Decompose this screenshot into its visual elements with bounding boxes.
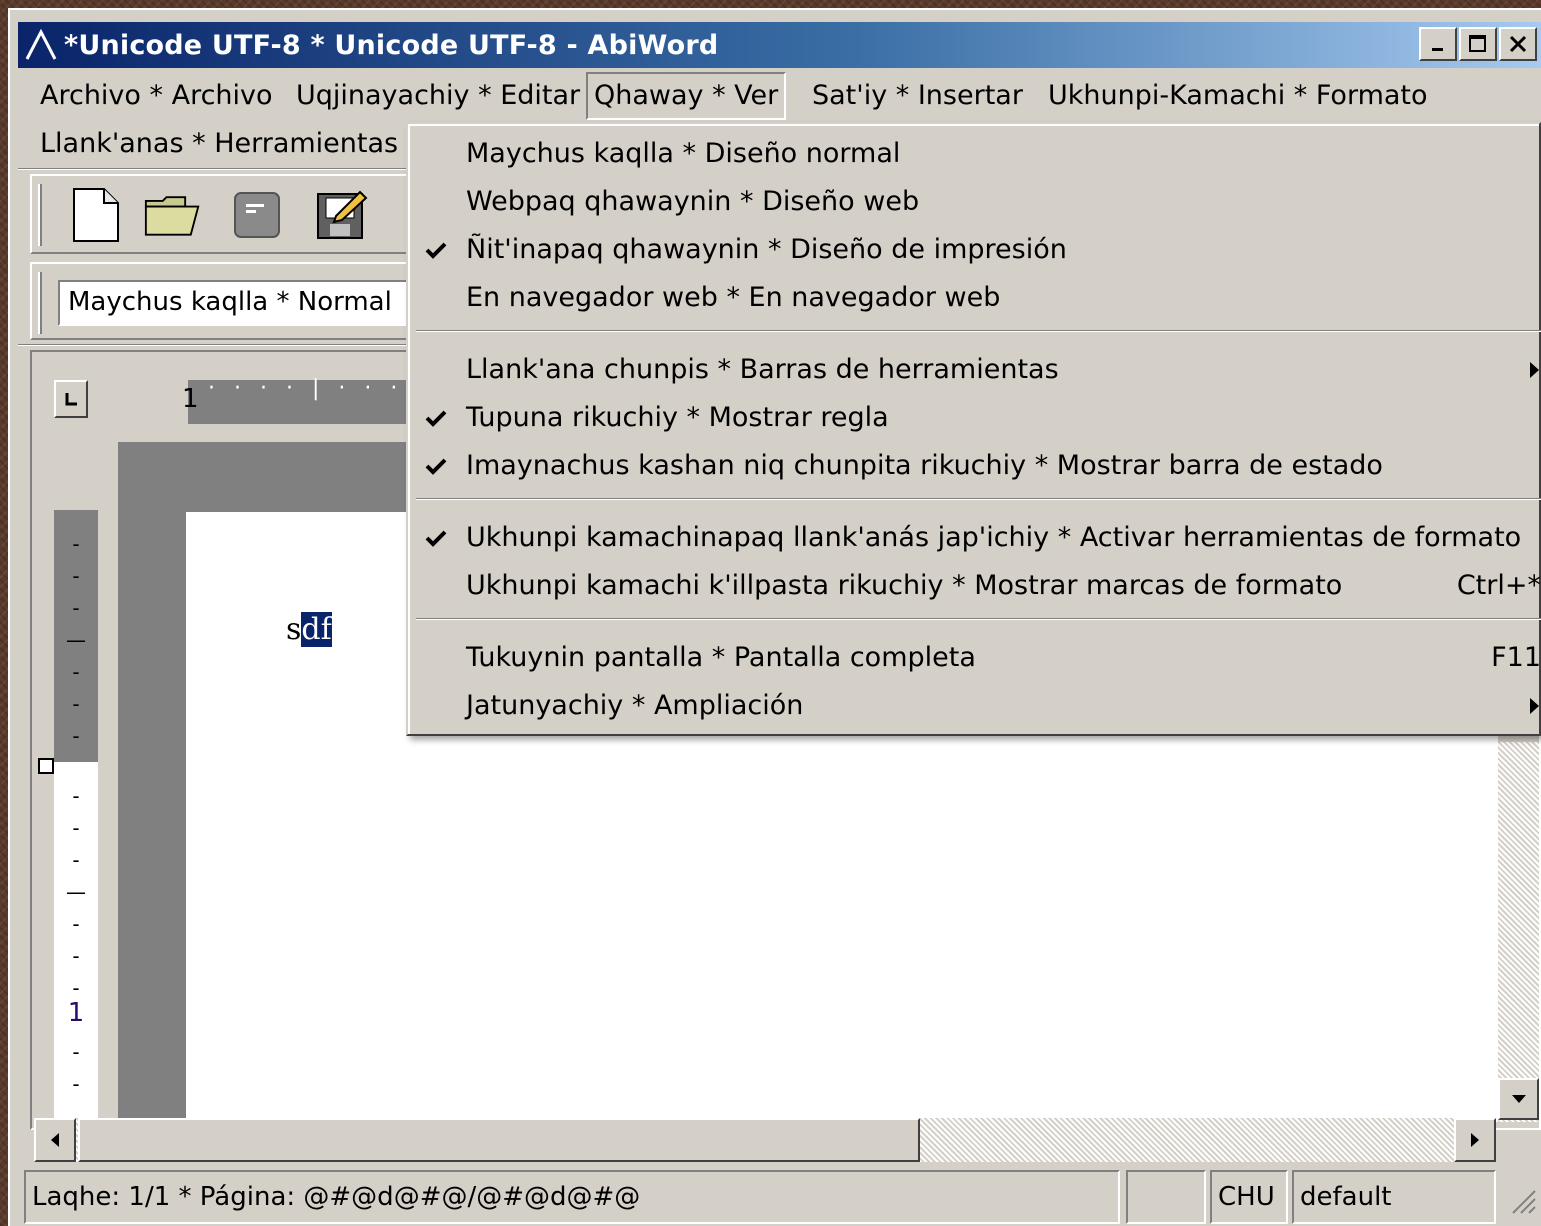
checkmark-icon (422, 514, 450, 562)
status-bar: Laqhe: 1/1 * Página: @#@d@#@/@#@d@#@ CHU… (18, 1168, 1541, 1226)
status-empty (1126, 1170, 1206, 1224)
menu-item-show-ruler[interactable]: Tupuna rikuchiy * Mostrar regla (408, 394, 1541, 442)
menu-item-format-tools[interactable]: Ukhunpi kamachinapaq llank'anás jap'ichi… (408, 514, 1541, 562)
vertical-ruler[interactable]: - - - — - - - 1 - - (54, 762, 98, 1122)
checkmark-icon (422, 394, 450, 442)
menu-item-web-layout[interactable]: Webpaq qhawaynin * Diseño web (408, 178, 1541, 226)
selected-text: df (301, 612, 332, 647)
maximize-icon (1469, 35, 1486, 52)
title-bar[interactable]: *Unicode UTF-8 * Unicode UTF-8 - AbiWord (18, 22, 1541, 68)
ruler-number: 1 (182, 384, 199, 414)
view-menu-dropdown: Maychus kaqlla * Diseño normal Webpaq qh… (406, 122, 1541, 736)
arrow-down-icon (1511, 1095, 1526, 1103)
left-tab-icon (65, 393, 77, 406)
shortcut-label: Ctrl+* (1456, 570, 1541, 601)
checkmark-icon (422, 442, 450, 490)
maximize-button[interactable] (1459, 27, 1497, 61)
menu-editar[interactable]: Uqjinayachiy * Editar (290, 72, 586, 120)
checkmark-icon (422, 226, 450, 274)
menu-separator (416, 618, 1541, 620)
menu-ver[interactable]: Qhaway * Ver (586, 72, 787, 120)
menu-item-toolbars[interactable]: Llank'ana chunpis * Barras de herramient… (408, 346, 1541, 394)
resize-grip-icon[interactable] (1507, 1185, 1537, 1222)
indent-marker[interactable] (38, 758, 54, 774)
abiword-logo-icon (18, 22, 64, 68)
ruler-ticks: · · · · | · · · (208, 376, 404, 401)
vertical-ruler-number: 1 (67, 998, 85, 1028)
menu-separator (416, 330, 1541, 332)
window-title: *Unicode UTF-8 * Unicode UTF-8 - AbiWord (64, 29, 719, 61)
horizontal-scroll-thumb[interactable] (78, 1118, 920, 1162)
submenu-arrow-icon (1530, 362, 1539, 378)
standard-toolbar (30, 174, 430, 254)
tab-stop-button[interactable] (54, 380, 88, 418)
format-toolbar: Maychus kaqlla * Normal (30, 262, 430, 340)
document-icon[interactable] (228, 186, 286, 244)
new-document-icon[interactable] (66, 186, 124, 244)
menu-archivo[interactable]: Archivo * Archivo (34, 72, 279, 120)
menu-item-normal-layout[interactable]: Maychus kaqlla * Diseño normal (408, 130, 1541, 178)
menu-herramientas[interactable]: Llank'anas * Herramientas (34, 120, 404, 168)
menu-item-web-browser[interactable]: En navegador web * En navegador web (408, 274, 1541, 322)
menu-formato[interactable]: Ukhunpi-Kamachi * Formato (1042, 72, 1434, 120)
menu-separator (416, 498, 1541, 500)
save-icon[interactable] (312, 186, 370, 244)
menu-item-fullscreen[interactable]: Tukuynin pantalla * Pantalla completa F1… (408, 634, 1541, 682)
toolbar-grip[interactable] (38, 184, 42, 246)
status-page: Laqhe: 1/1 * Página: @#@d@#@/@#@d@#@ (24, 1170, 1120, 1224)
vertical-scrollbar-track[interactable] (1498, 742, 1539, 1122)
style-combo-box[interactable]: Maychus kaqlla * Normal (58, 280, 418, 326)
arrow-right-icon (1471, 1133, 1479, 1147)
toolbar-grip[interactable] (38, 272, 42, 334)
submenu-arrow-icon (1530, 698, 1539, 714)
close-icon (1509, 35, 1527, 53)
status-mode: default (1292, 1170, 1496, 1224)
menu-insertar[interactable]: Sat'iy * Insertar (806, 72, 1029, 120)
scroll-right-button[interactable] (1454, 1118, 1496, 1162)
arrow-left-icon (51, 1133, 59, 1147)
menu-item-zoom[interactable]: Jatunyachiy * Ampliación (408, 682, 1541, 730)
horizontal-scrollbar[interactable] (34, 1118, 1496, 1162)
minimize-icon (1432, 48, 1443, 51)
scroll-left-button[interactable] (34, 1118, 76, 1162)
scroll-down-button[interactable] (1498, 1078, 1539, 1120)
menu-item-format-marks[interactable]: Ukhunpi kamachi k'illpasta rikuchiy * Mo… (408, 562, 1541, 610)
status-language: CHU (1210, 1170, 1288, 1224)
menu-item-print-layout[interactable]: Ñit'inapaq qhawaynin * Diseño de impresi… (408, 226, 1541, 274)
document-text[interactable]: sdf (286, 612, 332, 647)
menu-item-show-statusbar[interactable]: Imaynachus kashan niq chunpita rikuchiy … (408, 442, 1541, 490)
close-button[interactable] (1499, 27, 1537, 61)
shortcut-label: F11 (1491, 642, 1541, 673)
vertical-ruler-margin: - - - — - - - (54, 510, 98, 762)
minimize-button[interactable] (1419, 27, 1457, 61)
open-folder-icon[interactable] (144, 186, 202, 244)
